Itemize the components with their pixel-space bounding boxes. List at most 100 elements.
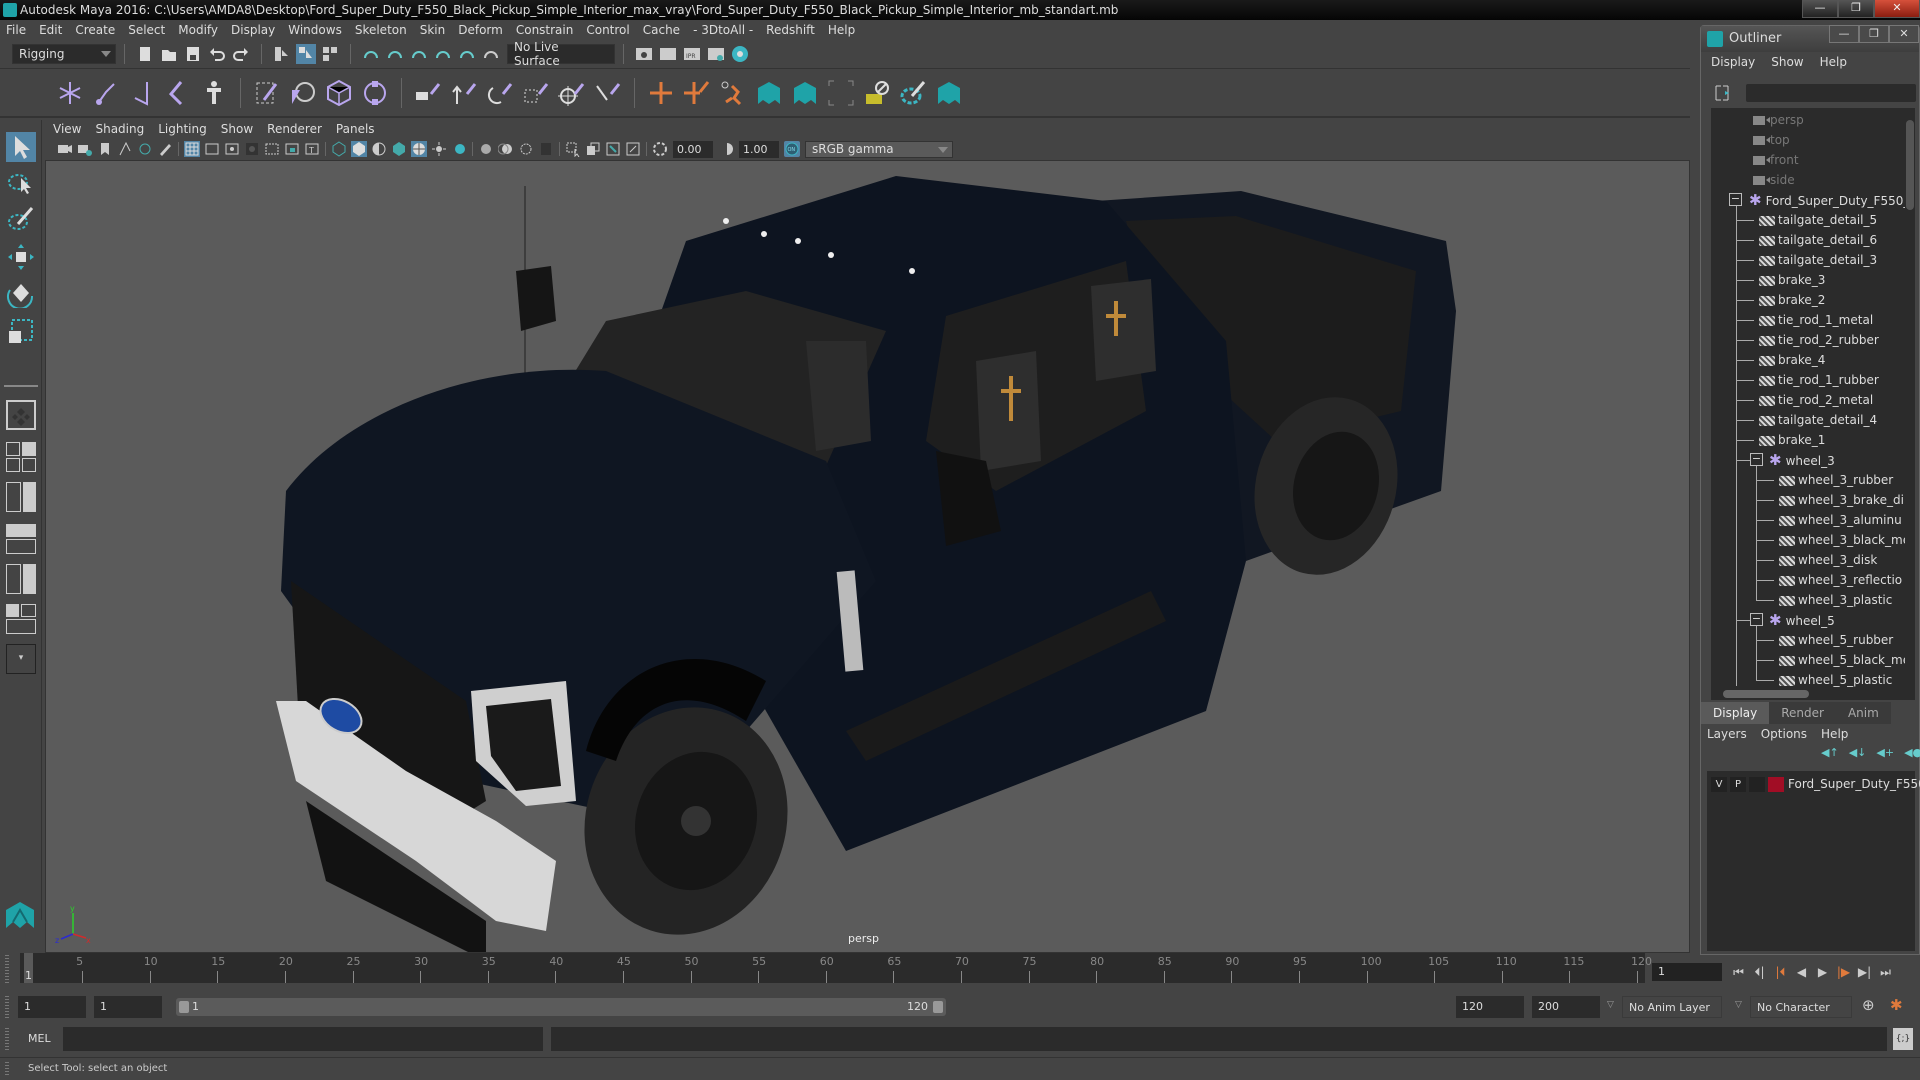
maya-script-icon-1[interactable]: [754, 78, 784, 108]
outliner-item-mesh[interactable]: tie_rod_2_metal: [1759, 390, 1873, 410]
shadows-icon[interactable]: [451, 141, 467, 157]
maya-script-icon-3[interactable]: [934, 78, 964, 108]
color-management-toggle[interactable]: ON: [784, 141, 800, 157]
step-forward-frame-button[interactable]: |▶: [1833, 965, 1854, 979]
render-view-icon[interactable]: [634, 44, 654, 64]
paint-selection-tool-icon[interactable]: [6, 204, 36, 234]
maya-script-icon-2[interactable]: [790, 78, 820, 108]
image-plane-icon[interactable]: [117, 141, 133, 157]
vp-menu-view[interactable]: View: [53, 122, 81, 136]
outliner-item-mesh[interactable]: tailgate_detail_5: [1759, 210, 1877, 230]
paint-weights-icon[interactable]: [288, 78, 318, 108]
gamma-field[interactable]: 1.00: [739, 140, 779, 158]
character-key-icon[interactable]: [718, 78, 748, 108]
mirror-joint-icon[interactable]: [163, 78, 193, 108]
outliner-item-mesh[interactable]: wheel_5_black_me: [1779, 650, 1905, 670]
outliner-menu-help[interactable]: Help: [1820, 55, 1847, 69]
humanik-icon[interactable]: [199, 78, 229, 108]
ik-spline-icon[interactable]: [127, 78, 157, 108]
paint-select-icon[interactable]: [898, 78, 928, 108]
layer-playback-toggle[interactable]: P: [1730, 776, 1746, 792]
select-tool-icon[interactable]: [6, 132, 36, 162]
vp-menu-shading[interactable]: Shading: [95, 122, 144, 136]
remove-layer-icon[interactable]: [862, 78, 892, 108]
layer-visibility-toggle[interactable]: V: [1711, 776, 1727, 792]
outliner-item-mesh[interactable]: wheel_3_disk: [1779, 550, 1877, 570]
select-component-icon[interactable]: [320, 44, 340, 64]
playback-start-field[interactable]: 1: [94, 996, 162, 1018]
camera-attributes-icon[interactable]: [77, 141, 93, 157]
menu-create[interactable]: Create: [75, 23, 115, 37]
outliner-tree[interactable]: persptopfrontside−✱Ford_Super_Duty_F550_…: [1711, 108, 1905, 688]
gamma-icon[interactable]: [718, 141, 734, 157]
rotate-tool-icon[interactable]: [6, 278, 36, 310]
outliner-menu-display[interactable]: Display: [1711, 55, 1755, 69]
use-all-lights-icon[interactable]: [431, 141, 447, 157]
outliner-item-mesh[interactable]: tie_rod_2_rubber: [1759, 330, 1879, 350]
exposure-icon[interactable]: [652, 141, 668, 157]
layer-menu-options[interactable]: Options: [1761, 727, 1807, 741]
close-button[interactable]: ✕: [1874, 0, 1920, 18]
render-current-frame-icon[interactable]: [658, 44, 678, 64]
wireframe-on-shaded-icon[interactable]: [391, 141, 407, 157]
tab-display[interactable]: Display: [1701, 702, 1770, 724]
ipr-render-icon[interactable]: IPR: [682, 44, 702, 64]
move-layer-down-icon[interactable]: ◀↓: [1849, 746, 1867, 759]
menu-skeleton[interactable]: Skeleton: [355, 23, 407, 37]
snap-grid-icon[interactable]: [361, 44, 381, 64]
outliner-item-mesh[interactable]: wheel_3_reflectio: [1779, 570, 1902, 590]
save-scene-icon[interactable]: [183, 44, 203, 64]
vp-menu-panels[interactable]: Panels: [336, 122, 375, 136]
outliner-item-camera[interactable]: top: [1753, 130, 1790, 150]
film-gate-icon[interactable]: [204, 141, 220, 157]
set-key-icon[interactable]: [646, 78, 676, 108]
bookmark-icon[interactable]: [97, 141, 113, 157]
layer-type-toggle[interactable]: [1749, 776, 1765, 792]
outliner-item-mesh[interactable]: tie_rod_1_rubber: [1759, 370, 1879, 390]
vp-menu-renderer[interactable]: Renderer: [267, 122, 322, 136]
parent-constraint-icon[interactable]: [413, 78, 443, 108]
outliner-item-mesh[interactable]: wheel_3_aluminu: [1779, 510, 1902, 530]
undo-icon[interactable]: [207, 44, 227, 64]
outliner-search-input[interactable]: [1746, 84, 1916, 102]
menu-skin[interactable]: Skin: [420, 23, 446, 37]
play-forwards-button[interactable]: ▶: [1812, 965, 1833, 979]
animation-preferences-icon[interactable]: ✱: [1890, 996, 1903, 1014]
2d-pan-zoom-icon[interactable]: [137, 141, 153, 157]
outliner-filter-icon[interactable]: [1713, 84, 1731, 102]
collapse-toggle[interactable]: −: [1729, 193, 1742, 206]
screen-space-ao-icon[interactable]: [478, 141, 494, 157]
vp-menu-lighting[interactable]: Lighting: [158, 122, 207, 136]
outliner-item-group[interactable]: ✱ wheel_3: [1769, 450, 1835, 470]
new-scene-icon[interactable]: [135, 44, 155, 64]
outliner-horizontal-scrollbar[interactable]: [1711, 688, 1915, 700]
new-layer-selected-icon[interactable]: ◀●: [1904, 746, 1920, 759]
outliner-item-mesh[interactable]: wheel_5_rubber: [1779, 630, 1893, 650]
multisample-aa-icon[interactable]: [518, 141, 534, 157]
outliner-item-mesh[interactable]: brake_4: [1759, 350, 1825, 370]
range-slider[interactable]: 1 120: [176, 998, 946, 1016]
render-settings-icon[interactable]: [706, 44, 726, 64]
menu-modify[interactable]: Modify: [178, 23, 218, 37]
select-object-icon[interactable]: [296, 44, 316, 64]
live-surface-field[interactable]: No Live Surface: [507, 40, 615, 68]
outliner-item-mesh[interactable]: brake_2: [1759, 290, 1825, 310]
outliner-item-camera[interactable]: persp: [1753, 110, 1804, 130]
menu-redshift[interactable]: Redshift: [766, 23, 815, 37]
isolate-select-icon[interactable]: [565, 141, 581, 158]
go-to-start-button[interactable]: ⏮: [1728, 965, 1749, 980]
outliner-item-mesh[interactable]: tailgate_detail_6: [1759, 230, 1877, 250]
outliner-item-camera[interactable]: side: [1753, 170, 1795, 190]
cluster-icon[interactable]: [360, 78, 390, 108]
menu-control[interactable]: Control: [586, 23, 629, 37]
outliner-item-mesh[interactable]: brake_3: [1759, 270, 1825, 290]
make-live-icon[interactable]: [481, 44, 501, 64]
outliner-item-mesh[interactable]: wheel_5_plastic: [1779, 670, 1892, 688]
menu-edit[interactable]: Edit: [39, 23, 62, 37]
textured-icon[interactable]: [411, 141, 427, 157]
layer-row[interactable]: V P Ford_Super_Duty_F550_B: [1711, 775, 1920, 793]
time-slider[interactable]: 1 5 10 15 20 25 30 35 40 45 50 55 60 65 70 75 80 85 90 95 1…: [20, 953, 1652, 983]
lattice-icon[interactable]: [324, 78, 354, 108]
outliner-close-button[interactable]: ✕: [1889, 25, 1919, 43]
snap-curve-icon[interactable]: [385, 44, 405, 64]
